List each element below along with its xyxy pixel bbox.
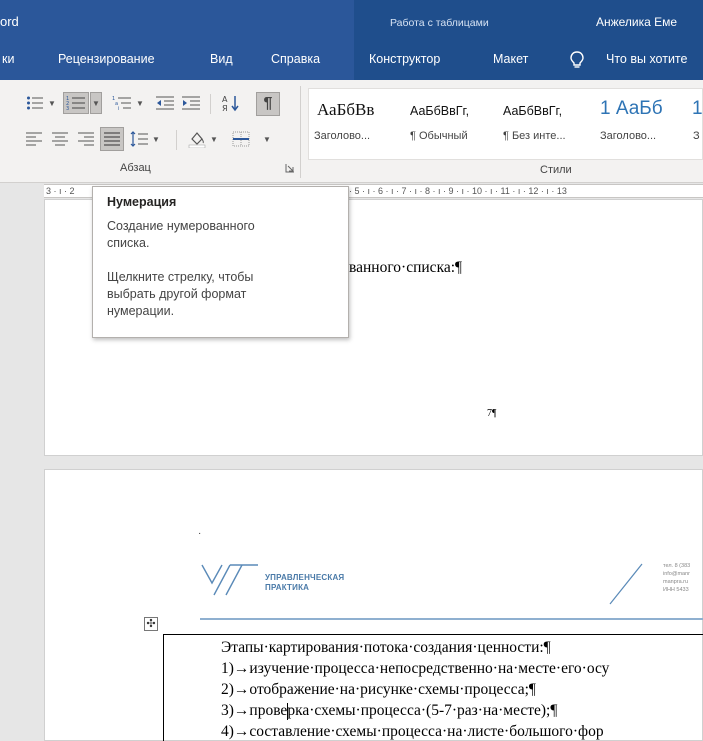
bullets-dropdown-arrow[interactable]: ▼: [47, 92, 57, 114]
show-formatting-marks-button[interactable]: ¶: [256, 92, 280, 116]
multilevel-list-button[interactable]: 1ai: [110, 92, 134, 114]
contact-email: info@manr: [663, 571, 690, 577]
align-right-button[interactable]: [76, 128, 96, 150]
table-line-4: 3)→проверка·схемы·процесса·(5-7·раз·на·м…: [221, 702, 558, 719]
lightbulb-icon[interactable]: [568, 50, 586, 70]
table-line-5: 4)→составление·схемы·процесса·на·листе·б…: [221, 723, 604, 740]
numbering-tooltip: Нумерация Создание нумерованного списка.…: [92, 186, 349, 338]
ruler-left-ticks: 3 · ı · 2: [46, 186, 75, 196]
stray-dot: ·: [198, 528, 202, 539]
line-spacing-button[interactable]: [128, 128, 150, 150]
contact-inn: ИНН 5433: [663, 587, 689, 593]
style-heading1-sample[interactable]: 1 АаБб: [600, 98, 663, 120]
numbering-button[interactable]: 123: [63, 92, 89, 114]
table-line-1: Этапы·картирования·потока·создания·ценно…: [221, 639, 551, 656]
justify-button[interactable]: [100, 127, 124, 151]
user-name[interactable]: Анжелика Еме: [596, 15, 677, 29]
style-no-spacing-name[interactable]: ¶ Без инте...: [503, 130, 566, 142]
shading-dropdown-arrow[interactable]: ▼: [209, 128, 219, 150]
bullets-button[interactable]: [24, 92, 46, 114]
style-heading2-sample[interactable]: 1: [692, 98, 703, 120]
text-cursor: [287, 703, 288, 720]
page-number: 7¶: [487, 408, 497, 419]
contact-website: manpra.ru: [663, 579, 689, 585]
multilevel-dropdown-arrow[interactable]: ▼: [135, 92, 145, 114]
letterhead-rule: [200, 618, 703, 620]
tell-me-search[interactable]: Что вы хотите: [606, 52, 687, 66]
tooltip-title: Нумерация: [107, 195, 177, 209]
ribbon: ▼ 123 ▼ 1ai ▼ AЯ ¶ ▼ ▼ ▼ Абзац АаБбВв За…: [0, 80, 703, 183]
styles-group-label: Стили: [540, 164, 572, 176]
shading-button[interactable]: [186, 128, 208, 150]
svg-text:A: A: [222, 95, 228, 104]
numbering-dropdown-arrow[interactable]: ▼: [90, 92, 102, 114]
table-move-handle[interactable]: ✣: [144, 617, 158, 631]
company-logo-icon: [200, 561, 260, 599]
context-group-label: Работа с таблицами: [390, 17, 489, 29]
svg-text:Я: Я: [222, 104, 228, 112]
tab-help[interactable]: Справка: [271, 52, 320, 66]
contact-phone: тел. 8 (383: [663, 563, 691, 569]
tab-view[interactable]: Вид: [210, 52, 233, 66]
increase-indent-button[interactable]: [180, 92, 202, 114]
sort-button[interactable]: AЯ: [220, 92, 242, 114]
style-heading1-name[interactable]: Заголово...: [600, 130, 656, 142]
style-normal-name[interactable]: ¶ Обычный: [410, 130, 468, 142]
align-center-button[interactable]: [50, 128, 70, 150]
app-title-fragment: ord: [0, 14, 19, 29]
logo-line-1: УПРАВЛЕНЧЕСКАЯ: [265, 573, 345, 582]
paragraph-dialog-launcher-icon[interactable]: [284, 162, 296, 174]
style-heading2-name[interactable]: З: [693, 130, 700, 142]
align-left-button[interactable]: [24, 128, 44, 150]
tab-table-layout[interactable]: Макет: [493, 52, 528, 66]
line-spacing-dropdown-arrow[interactable]: ▼: [151, 128, 161, 150]
borders-button[interactable]: [228, 128, 254, 150]
paragraph-group-label: Абзац: [120, 162, 151, 174]
page1-text-fragment: ванного·списка:¶: [349, 259, 463, 276]
style-heading-name[interactable]: Заголово...: [314, 130, 370, 142]
style-no-spacing-sample[interactable]: АаБбВвГг,: [503, 104, 562, 118]
style-heading-sample[interactable]: АаБбВв: [317, 100, 374, 120]
table-line-2: 1)→изучение·процесса·непосредственно·на·…: [221, 660, 610, 677]
borders-dropdown-arrow[interactable]: ▼: [260, 128, 274, 150]
ruler-right-ticks: ı · 5 · ı · 6 · ı · 7 · ı · 8 · ı · 9 · …: [344, 186, 567, 196]
decrease-indent-button[interactable]: [154, 92, 176, 114]
table-line-3: 2)→отображение·на·рисунке·схемы·процесса…: [221, 681, 536, 698]
letterhead-slash-decoration: [608, 562, 644, 606]
logo-line-2: ПРАКТИКА: [265, 583, 310, 592]
table-tools-context-band: [354, 0, 703, 80]
svg-text:i: i: [118, 106, 119, 111]
tab-review[interactable]: Рецензирование: [58, 52, 155, 66]
tab-links[interactable]: ки: [2, 52, 14, 66]
style-normal-sample[interactable]: АаБбВвГг,: [410, 104, 469, 118]
tab-table-design[interactable]: Конструктор: [369, 52, 440, 66]
tooltip-body: Создание нумерованного списка. Щелкните …: [107, 219, 255, 318]
svg-text:3: 3: [66, 106, 69, 111]
